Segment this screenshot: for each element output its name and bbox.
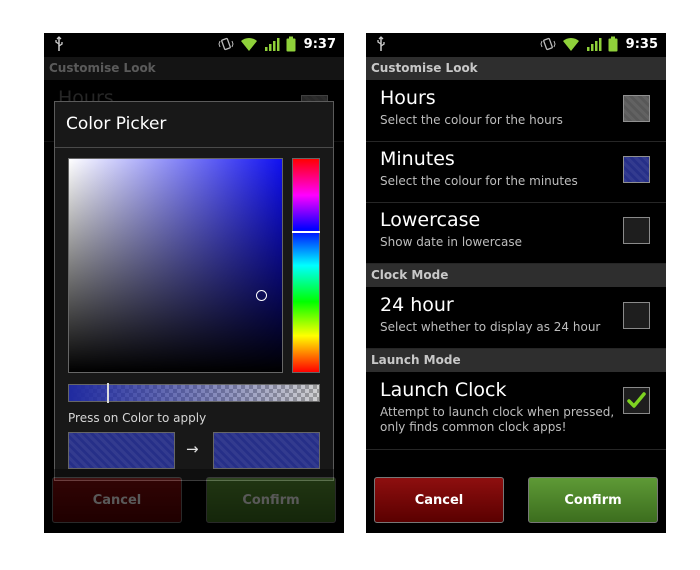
setting-title: 24 hour [380,294,454,316]
check-icon [627,392,646,408]
setting-row-minutes[interactable]: Minutes Select the colour for the minute… [366,142,666,203]
status-time: 9:35 [625,36,658,52]
24-hour-checkbox[interactable] [623,302,650,329]
old-color-preview[interactable] [68,432,175,469]
vibrate-icon [218,37,234,51]
setting-title: Minutes [380,148,455,170]
confirm-button[interactable]: Confirm [206,477,336,523]
alpha-slider[interactable] [68,383,320,403]
new-color-preview[interactable] [213,432,320,469]
lowercase-checkbox[interactable] [623,217,650,244]
setting-subtitle: Show date in lowercase [380,235,522,249]
color-picker-dialog: Color Picker Press on Color to apply → [54,101,334,481]
launch-clock-checkbox[interactable] [623,387,650,414]
usb-icon [377,36,385,51]
vibrate-icon [540,37,556,51]
hue-slider[interactable] [292,158,320,373]
setting-subtitle: Attempt to launch clock when pressed, on… [380,405,615,434]
usb-icon [55,36,63,51]
setting-subtitle: Select the colour for the hours [380,113,563,127]
battery-icon [286,36,296,52]
wifi-icon [562,37,579,51]
setting-title: Launch Clock [380,379,507,401]
sv-cursor-handle[interactable] [256,290,267,301]
hue-slider-handle[interactable] [292,231,320,233]
battery-icon [608,36,618,52]
button-bar: Cancel Confirm [366,469,666,533]
setting-row-lowercase[interactable]: Lowercase Show date in lowercase [366,203,666,264]
signal-icon [264,38,280,51]
setting-title: Hours [380,87,436,109]
section-header-clock-mode: Clock Mode [366,264,666,288]
minutes-color-swatch[interactable] [623,156,650,183]
wifi-icon [240,37,257,51]
status-bar: 9:35 [366,33,666,57]
apply-instruction: Press on Color to apply [68,411,207,425]
setting-subtitle: Select whether to display as 24 hour [380,320,601,334]
alpha-slider-handle[interactable] [107,383,109,403]
dialog-title: Color Picker [66,114,167,134]
setting-row-launch-clock[interactable]: Launch Clock Attempt to launch clock whe… [366,373,666,450]
setting-row-hours[interactable]: Hours Select the colour for the hours [366,81,666,142]
section-header-launch-mode: Launch Mode [366,349,666,373]
signal-icon [586,38,602,51]
section-header-look: Customise Look [366,57,666,81]
right-screen: 9:35 Customise Look Hours Select the col… [366,33,666,533]
arrow-icon: → [186,440,199,458]
saturation-value-picker[interactable] [68,158,283,373]
setting-title: Lowercase [380,209,481,231]
confirm-button[interactable]: Confirm [528,477,658,523]
button-bar: Cancel Confirm [44,469,344,533]
status-bar: 9:37 [44,33,344,57]
hours-color-swatch[interactable] [623,95,650,122]
setting-subtitle: Select the colour for the minutes [380,174,578,188]
dialog-divider [55,147,333,148]
left-screen: 9:37 Customise Look Hours Select the col… [44,33,344,533]
status-time: 9:37 [303,36,336,52]
cancel-button[interactable]: Cancel [52,477,182,523]
cancel-button[interactable]: Cancel [374,477,504,523]
setting-row-24-hour[interactable]: 24 hour Select whether to display as 24 … [366,288,666,349]
